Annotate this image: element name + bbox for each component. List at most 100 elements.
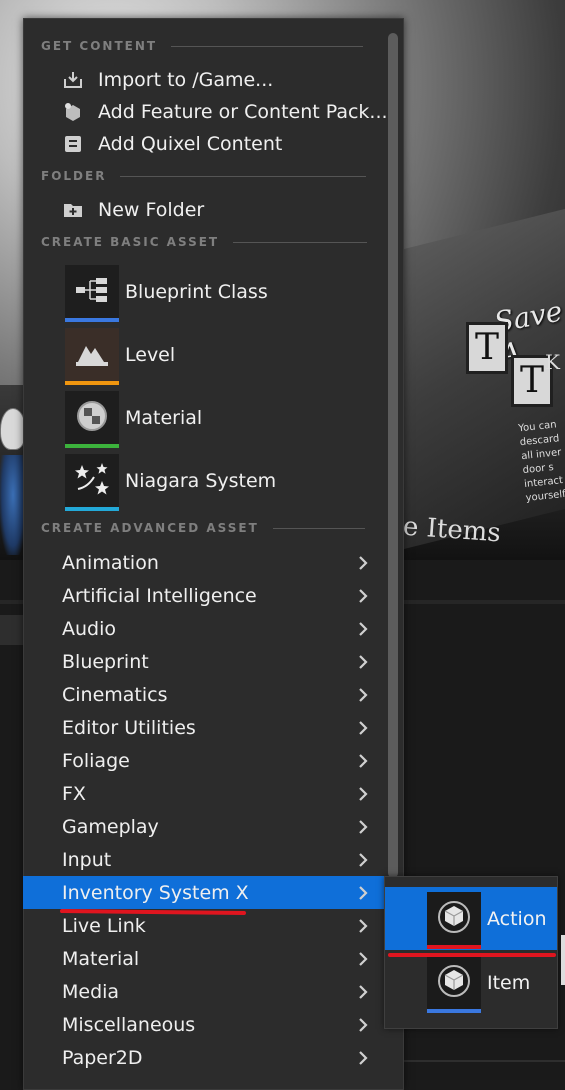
section-label: CREATE BASIC ASSET — [41, 235, 220, 249]
wall-instruction-text: You can descard all inver door s interac… — [517, 419, 565, 504]
window-edge — [561, 935, 565, 985]
advanced-asset-miscellaneous[interactable]: Miscellaneous — [23, 1008, 402, 1041]
advanced-asset-artificial-intelligence[interactable]: Artificial Intelligence — [23, 579, 402, 612]
add-quixel-content-item[interactable]: Add Quixel Content — [62, 129, 282, 159]
material-item[interactable]: Material — [65, 390, 385, 448]
wall-k-text: K — [545, 350, 560, 374]
advanced-asset-label: Paper2D — [62, 1046, 143, 1069]
advanced-asset-fx[interactable]: FX — [23, 777, 402, 810]
new-folder-icon — [62, 199, 84, 221]
advanced-asset-media[interactable]: Media — [23, 975, 402, 1008]
divider — [120, 175, 367, 177]
asset-color-bar — [427, 944, 481, 949]
advanced-asset-label: Media — [62, 980, 120, 1003]
advanced-asset-foliage[interactable]: Foliage — [23, 744, 402, 777]
blueprint-class-icon — [74, 275, 110, 309]
item-thumbnail — [427, 955, 481, 1013]
action-thumbnail — [427, 891, 481, 949]
feature-pack-icon — [62, 101, 84, 123]
section-label: CREATE ADVANCED ASSET — [41, 521, 259, 535]
advanced-asset-paper2d[interactable]: Paper2D — [23, 1041, 402, 1074]
chevron-right-icon — [357, 785, 369, 807]
chevron-right-icon — [357, 653, 369, 675]
panel-tab-edge — [0, 615, 24, 645]
asset-color-bar — [427, 1008, 481, 1013]
quixel-icon — [62, 133, 84, 155]
section-folder: FOLDER — [41, 168, 367, 184]
advanced-asset-inventory-system-x[interactable]: Inventory System X — [23, 876, 402, 909]
advanced-asset-label: Cinematics — [62, 683, 168, 706]
section-create-basic-asset: CREATE BASIC ASSET — [41, 234, 368, 250]
asset-color-bar — [65, 380, 119, 385]
level-thumbnail — [65, 327, 119, 385]
advanced-asset-gameplay[interactable]: Gameplay — [23, 810, 402, 843]
asset-label: Niagara System — [125, 469, 277, 492]
advanced-asset-blueprint[interactable]: Blueprint — [23, 645, 402, 678]
advanced-asset-cinematics[interactable]: Cinematics — [23, 678, 402, 711]
import-icon — [62, 69, 84, 91]
advanced-asset-label: Input — [62, 848, 112, 871]
divider — [171, 45, 364, 47]
divider — [272, 527, 365, 529]
advanced-asset-audio[interactable]: Audio — [23, 612, 402, 645]
advanced-asset-label: Blueprint — [62, 650, 149, 673]
advanced-asset-label: Audio — [62, 617, 117, 640]
chevron-right-icon — [357, 950, 369, 972]
blueprint-class-thumbnail — [65, 264, 119, 322]
asset-color-bar — [65, 317, 119, 322]
niagara-icon — [72, 459, 112, 503]
blueprint-class-item[interactable]: Blueprint Class — [65, 264, 385, 322]
chevron-right-icon — [357, 1049, 369, 1071]
section-label: GET CONTENT — [41, 39, 158, 53]
menu-item-label: New Folder — [98, 199, 205, 221]
niagara-system-item[interactable]: Niagara System — [65, 453, 385, 511]
advanced-asset-label: Artificial Intelligence — [62, 584, 257, 607]
panel-divider-bottom — [400, 1060, 565, 1062]
annotation-underline-action — [388, 953, 556, 957]
item-item[interactable]: Item — [385, 951, 557, 1014]
wall-t-icon-1: T — [466, 322, 508, 374]
advanced-asset-label: Inventory System X — [62, 881, 249, 904]
cube-icon — [437, 900, 471, 938]
advanced-asset-input[interactable]: Input — [23, 843, 402, 876]
advanced-asset-label: Foliage — [62, 749, 130, 772]
chevron-right-icon — [357, 917, 369, 939]
submenu-item-label: Action — [487, 907, 547, 930]
submenu-item-label: Item — [487, 971, 531, 994]
asset-color-bar — [65, 443, 119, 448]
chevron-right-icon — [357, 851, 369, 873]
menu-item-label: Import to /Game... — [98, 69, 274, 91]
chevron-right-icon — [357, 587, 369, 609]
add-feature-content-pack-item[interactable]: Add Feature or Content Pack... — [62, 97, 388, 127]
section-create-advanced-asset: CREATE ADVANCED ASSET — [41, 520, 365, 536]
chevron-right-icon — [357, 686, 369, 708]
asset-color-bar — [65, 506, 119, 511]
advanced-asset-editor-utilities[interactable]: Editor Utilities — [23, 711, 402, 744]
new-folder-item[interactable]: New Folder — [62, 195, 204, 225]
advanced-asset-material[interactable]: Material — [23, 942, 402, 975]
advanced-asset-label: Editor Utilities — [62, 716, 196, 739]
import-to-game-item[interactable]: Import to /Game... — [62, 65, 273, 95]
material-thumbnail — [65, 390, 119, 448]
chevron-right-icon — [357, 620, 369, 642]
cube-icon — [437, 964, 471, 1002]
chevron-right-icon — [357, 1016, 369, 1038]
niagara-thumbnail — [65, 453, 119, 511]
action-item[interactable]: Action — [385, 887, 557, 950]
level-item[interactable]: Level — [65, 327, 385, 385]
chevron-right-icon — [357, 554, 369, 576]
advanced-asset-label: Miscellaneous — [62, 1013, 196, 1036]
chevron-right-icon — [357, 719, 369, 741]
advanced-asset-label: Material — [62, 947, 140, 970]
chevron-right-icon — [357, 752, 369, 774]
menu-item-label: Add Feature or Content Pack... — [98, 101, 388, 123]
chevron-right-icon — [357, 818, 369, 840]
level-icon — [74, 336, 110, 374]
menu-item-label: Add Quixel Content — [98, 133, 283, 155]
advanced-asset-label: Gameplay — [62, 815, 159, 838]
chevron-right-icon — [357, 983, 369, 1005]
advanced-asset-label: FX — [62, 782, 86, 805]
section-label: FOLDER — [41, 169, 107, 183]
chevron-right-icon — [357, 884, 369, 906]
advanced-asset-animation[interactable]: Animation — [23, 546, 402, 579]
